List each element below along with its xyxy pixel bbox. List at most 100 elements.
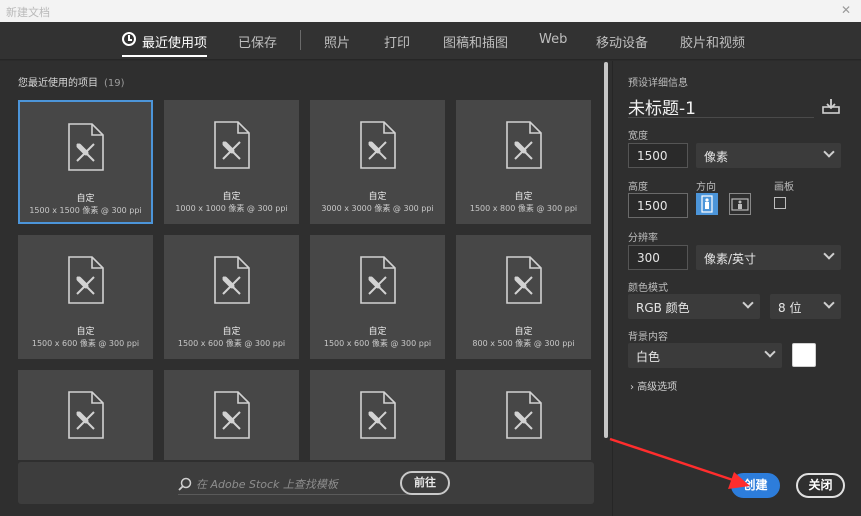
tab-mobile[interactable]: 移动设备 [596,32,648,51]
document-preset-icon [66,255,106,305]
resolution-label: 分辨率 [628,233,658,244]
document-preset-icon [66,122,106,172]
close-button[interactable]: 关闭 [796,473,845,498]
recent-heading: 您最近使用的项目 (19) [18,74,125,89]
tab-saved[interactable]: 已保存 [238,32,277,51]
portrait-orientation-button[interactable] [696,193,718,215]
height-input[interactable]: 1500 [628,193,688,218]
background-label: 背景内容 [628,332,668,343]
color-mode-select[interactable]: RGB 颜色 [628,294,760,319]
resolution-input[interactable]: 300 [628,245,688,270]
preset-card[interactable]: 自定 1500 x 1500 像素 @ 300 ppi [18,100,153,224]
document-preset-icon [504,255,544,305]
tab-label: 已保存 [238,36,278,51]
tab-label: 图稿和插图 [443,36,509,51]
chevron-down-icon [764,346,776,358]
width-unit-value: 像素 [704,150,729,164]
save-preset-icon[interactable] [822,98,840,114]
preset-card[interactable] [18,370,153,460]
go-button[interactable]: 前往 [400,471,450,495]
preset-dimensions: 1500 x 600 像素 @ 300 ppi [323,339,432,348]
tab-photo[interactable]: 照片 [324,32,350,51]
clock-icon [122,32,136,46]
preset-dimensions: 1500 x 600 像素 @ 300 ppi [177,339,286,348]
chevron-down-icon [742,297,754,309]
category-tab-bar: 最近使用项 已保存 照片 打印 图稿和插图 Web 移动设备 胶片和视频 [0,22,861,60]
preset-name: 自定 [368,327,387,337]
color-mode-value: RGB 颜色 [636,301,690,315]
preset-card[interactable] [164,370,299,460]
preset-card[interactable]: 自定 1500 x 600 像素 @ 300 ppi [310,235,445,359]
stock-search-input[interactable]: 在 Adobe Stock 上查找模板 [178,473,414,495]
preset-dimensions: 800 x 500 像素 @ 300 ppi [472,339,575,348]
bit-depth-value: 8 位 [778,301,802,315]
tab-web[interactable]: Web [539,32,567,47]
create-button[interactable]: 创建 [731,473,780,498]
search-icon [178,477,192,491]
resolution-unit-select[interactable]: 像素/英寸 [696,245,841,270]
tab-print[interactable]: 打印 [384,32,410,51]
title-bar: 新建文档 ✕ [0,0,861,22]
chevron-down-icon [823,146,835,158]
preset-name: 自定 [76,194,95,204]
document-preset-icon [212,120,252,170]
preset-details-label: 预设详细信息 [628,78,688,89]
color-mode-label: 颜色模式 [628,283,668,294]
background-value: 白色 [636,350,661,364]
preset-card[interactable]: 自定 1500 x 600 像素 @ 300 ppi [164,235,299,359]
document-preset-icon [358,255,398,305]
document-name-field[interactable]: 未标题-1 [628,94,814,119]
document-preset-icon [66,390,106,440]
preset-dimensions: 1500 x 600 像素 @ 300 ppi [31,339,140,348]
tab-label: 移动设备 [596,36,649,51]
tab-label: 打印 [384,36,411,51]
stock-search-placeholder: 在 Adobe Stock 上查找模板 [196,478,338,491]
width-input[interactable]: 1500 [628,143,688,168]
document-preset-icon [358,120,398,170]
preset-card[interactable]: 自定 1500 x 600 像素 @ 300 ppi [18,235,153,359]
width-unit-select[interactable]: 像素 [696,143,841,168]
preset-dimensions: 1000 x 1000 像素 @ 300 ppi [175,204,288,213]
orientation-label: 方向 [696,182,716,193]
tab-label: 照片 [324,36,351,51]
resolution-unit-value: 像素/英寸 [704,252,757,266]
preset-card[interactable] [310,370,445,460]
artboard-label: 画板 [774,182,794,193]
recent-count: (19) [104,78,125,89]
background-color-swatch[interactable] [792,343,816,367]
close-window-icon[interactable]: ✕ [841,3,851,17]
portrait-icon [701,195,713,213]
tab-label: 胶片和视频 [680,36,746,51]
preset-name: 自定 [222,192,241,202]
document-preset-icon [358,390,398,440]
preset-name: 自定 [514,192,533,202]
preset-card[interactable]: 自定 1000 x 1000 像素 @ 300 ppi [164,100,299,224]
tab-art-illustration[interactable]: 图稿和插图 [443,32,508,51]
background-select[interactable]: 白色 [628,343,782,368]
chevron-down-icon [823,248,835,260]
preset-card[interactable]: 自定 3000 x 3000 像素 @ 300 ppi [310,100,445,224]
scrollbar-thumb[interactable] [604,62,608,438]
width-label: 宽度 [628,131,648,142]
advanced-options-toggle[interactable]: › 高级选项 [630,378,677,393]
preset-card[interactable] [456,370,591,460]
document-preset-icon [212,255,252,305]
document-preset-icon [212,390,252,440]
tab-film-video[interactable]: 胶片和视频 [680,32,745,51]
window-title: 新建文档 [6,6,50,19]
tab-label: 最近使用项 [142,36,208,51]
tab-divider [300,30,301,50]
preset-name: 自定 [514,327,533,337]
preset-name: 自定 [222,327,241,337]
preset-card[interactable]: 自定 1500 x 800 像素 @ 300 ppi [456,100,591,224]
preset-card[interactable]: 自定 800 x 500 像素 @ 300 ppi [456,235,591,359]
tab-recent[interactable]: 最近使用项 [121,32,208,57]
stock-search-bar: 在 Adobe Stock 上查找模板 前往 [18,462,594,504]
preset-dimensions: 1500 x 1500 像素 @ 300 ppi [29,206,142,215]
recent-title-text: 您最近使用的项目 [18,78,98,89]
preset-dimensions: 3000 x 3000 像素 @ 300 ppi [321,204,434,213]
bit-depth-select[interactable]: 8 位 [770,294,841,319]
landscape-orientation-button[interactable] [729,193,751,215]
preset-name: 自定 [368,192,387,202]
artboard-checkbox[interactable] [774,197,786,209]
